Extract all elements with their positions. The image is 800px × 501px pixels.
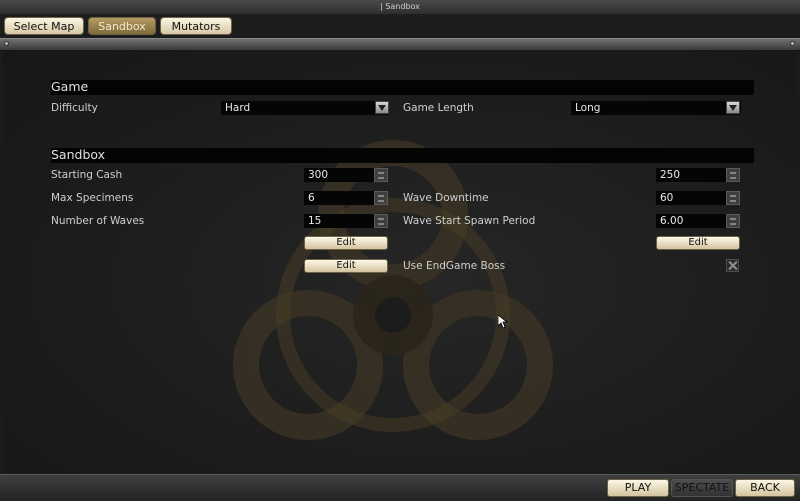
grip-right-icon: [790, 41, 795, 46]
cash-secondary-spinner-icon[interactable]: [726, 168, 740, 182]
wave-spawn-period-field[interactable]: 6.00: [656, 214, 726, 228]
back-button[interactable]: BACK: [735, 479, 795, 497]
max-specimens-field[interactable]: 6: [304, 191, 374, 205]
max-specimens-label: Max Specimens: [51, 192, 134, 204]
starting-cash-spinner-icon[interactable]: [374, 168, 388, 182]
wave-downtime-spinner-icon[interactable]: [726, 191, 740, 205]
wave-downtime-label: Wave Downtime: [403, 192, 489, 204]
endgame-boss-checkbox[interactable]: [726, 259, 739, 272]
edit-button-boss[interactable]: Edit: [304, 259, 388, 273]
sandbox-section-header: Sandbox: [51, 148, 754, 163]
sandbox-panel: Game Difficulty Hard Game Length Long Sa…: [3, 50, 797, 474]
wave-spawn-period-label: Wave Start Spawn Period: [403, 215, 536, 227]
game-length-dropdown-icon[interactable]: [726, 101, 740, 114]
wave-downtime-field[interactable]: 60: [656, 191, 726, 205]
window-title: | Sandbox: [0, 0, 800, 15]
number-of-waves-label: Number of Waves: [51, 215, 145, 227]
mouse-cursor-icon: [498, 315, 508, 329]
edit-button-right[interactable]: Edit: [656, 236, 740, 250]
cash-secondary-field[interactable]: 250: [656, 168, 726, 182]
tab-select-map[interactable]: Select Map: [4, 17, 84, 35]
tab-strip: Select Map Sandbox Mutators: [0, 14, 800, 38]
tab-sandbox[interactable]: Sandbox: [88, 17, 156, 35]
endgame-boss-label: Use EndGame Boss: [403, 260, 506, 272]
footer-bar: PLAY SPECTATE BACK: [0, 474, 800, 501]
starting-cash-field[interactable]: 300: [304, 168, 374, 182]
play-button[interactable]: PLAY: [607, 479, 669, 497]
spectate-button[interactable]: SPECTATE: [671, 479, 733, 497]
game-section-header: Game: [51, 80, 754, 95]
number-of-waves-field[interactable]: 15: [304, 214, 374, 228]
game-length-label: Game Length: [403, 102, 474, 114]
difficulty-dropdown-icon[interactable]: [375, 101, 389, 114]
difficulty-select[interactable]: Hard: [221, 101, 389, 115]
wave-spawn-period-spinner-icon[interactable]: [726, 214, 740, 228]
grip-left-icon: [4, 41, 9, 46]
starting-cash-label: Starting Cash: [51, 169, 123, 181]
biohazard-icon: [233, 140, 553, 440]
max-specimens-spinner-icon[interactable]: [374, 191, 388, 205]
game-length-select[interactable]: Long: [571, 101, 741, 115]
difficulty-label: Difficulty: [51, 102, 98, 114]
number-of-waves-spinner-icon[interactable]: [374, 214, 388, 228]
edit-button-left[interactable]: Edit: [304, 236, 388, 250]
tab-mutators[interactable]: Mutators: [160, 17, 232, 35]
